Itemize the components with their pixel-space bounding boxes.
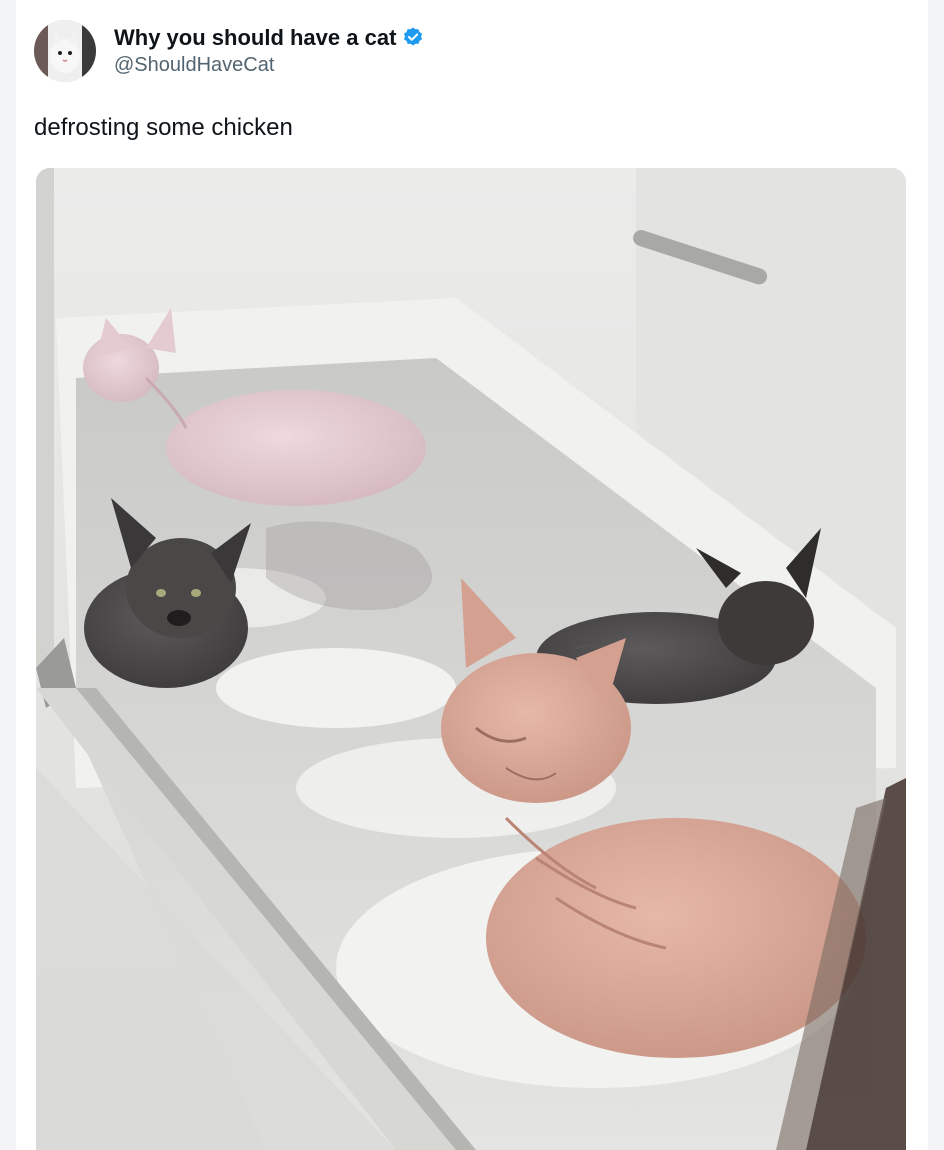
tweet-header: Why you should have a cat @ShouldHaveCat: [34, 20, 424, 82]
author-avatar[interactable]: [34, 20, 96, 82]
tweet-text: defrosting some chicken: [34, 114, 293, 141]
tweet-photo[interactable]: [36, 168, 906, 1150]
cat-avatar-icon: [34, 20, 96, 82]
author-handle[interactable]: @ShouldHaveCat: [114, 54, 424, 77]
bathtub-cats-photo: [36, 168, 906, 1150]
author-display-name[interactable]: Why you should have a cat: [114, 25, 396, 50]
tweet-card[interactable]: Why you should have a cat @ShouldHaveCat…: [16, 0, 928, 1150]
verified-badge-icon: [402, 26, 424, 48]
screenshot-frame: Why you should have a cat @ShouldHaveCat…: [0, 0, 944, 1150]
